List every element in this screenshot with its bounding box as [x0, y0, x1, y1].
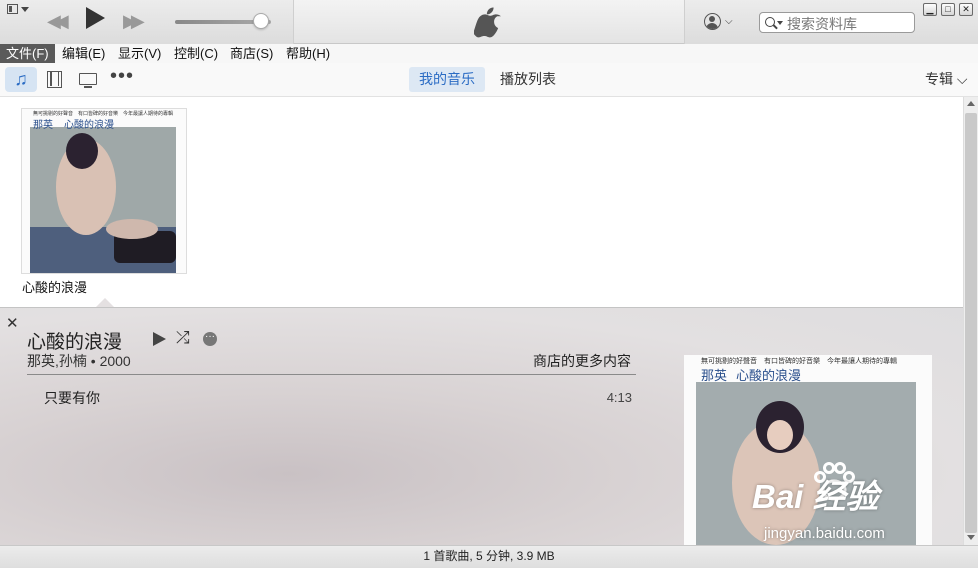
album-title[interactable]: 心酸的浪漫 [22, 277, 87, 296]
cover-album: 心酸的浪漫 [64, 120, 114, 131]
scroll-down-icon[interactable] [967, 535, 975, 540]
album-cover-image [22, 109, 186, 273]
search-icon [765, 17, 775, 27]
track-name: 只要有你 [44, 390, 100, 406]
system-menu-icon[interactable] [7, 4, 31, 16]
minimize-button[interactable]: ▁ [923, 3, 937, 16]
track-row[interactable]: 只要有你 4:13 [27, 388, 636, 410]
vertical-scrollbar[interactable] [963, 97, 978, 545]
detail-cover-album: 心酸的浪漫 [736, 368, 802, 383]
menu-help[interactable]: 帮助(H) [280, 44, 336, 63]
divider [27, 374, 636, 375]
film-icon[interactable] [40, 67, 72, 92]
shuffle-icon[interactable]: ⤮ [176, 328, 190, 348]
store-more-link[interactable]: 商店的更多内容 [533, 351, 631, 371]
more-icon[interactable]: ••• [106, 66, 138, 92]
menu-store[interactable]: 商店(S) [224, 44, 279, 63]
media-toolbar: ♫ ••• 我的音乐 播放列表 专辑 ⌵ [0, 63, 978, 97]
cover-artist: 那英 [33, 120, 53, 131]
detail-pointer [96, 298, 114, 307]
apple-logo-icon [474, 7, 501, 38]
menu-file[interactable]: 文件(F) [0, 44, 55, 63]
menu-controls[interactable]: 控制(C) [168, 44, 224, 63]
status-bar: 1 首歌曲, 5 分钟, 3.9 MB [0, 545, 978, 568]
track-duration: 4:13 [606, 390, 632, 405]
player-bar: ◀◀ ▶▶ ⌵ 搜索资料库 ▁ □ ✕ [0, 0, 978, 44]
search-input[interactable]: 搜索资料库 [759, 12, 915, 33]
tab-playlists[interactable]: 播放列表 [490, 67, 566, 92]
playback-controls-area: ◀◀ ▶▶ [0, 0, 294, 44]
scroll-thumb[interactable] [965, 113, 977, 533]
detail-play-button[interactable] [153, 332, 166, 346]
album-grid: 無可挑剔的好聲音 有口皆碑的好音樂 今年最讓人期待的專輯 那英 心酸的浪漫 心酸… [0, 97, 964, 307]
maximize-button[interactable]: □ [941, 3, 955, 16]
menu-bar: 文件(F) 编辑(E) 显示(V) 控制(C) 商店(S) 帮助(H) [0, 44, 978, 63]
close-icon[interactable]: ✕ [6, 314, 19, 332]
search-placeholder: 搜索资料库 [787, 16, 857, 32]
volume-slider-knob[interactable] [253, 13, 270, 29]
watermark-url: jingyan.baidu.com [764, 525, 885, 542]
next-track-button[interactable]: ▶▶ [123, 11, 145, 32]
baidu-watermark: Bai 经验 jingyan.baidu.com [748, 458, 963, 548]
tab-my-music[interactable]: 我的音乐 [409, 67, 485, 92]
account-icon [704, 13, 721, 30]
detail-album-title: 心酸的浪漫 [27, 332, 123, 353]
detail-cover-artist: 那英 [701, 368, 728, 383]
detail-artist-year: 那英,孙楠 • 2000 [27, 353, 131, 369]
close-window-button[interactable]: ✕ [959, 3, 973, 16]
more-options-icon[interactable]: ··· [203, 332, 217, 346]
view-selector[interactable]: 专辑 ⌵ [925, 69, 968, 89]
music-note-icon[interactable]: ♫ [5, 67, 37, 92]
search-options-icon[interactable] [777, 21, 783, 25]
play-button[interactable] [86, 7, 105, 29]
previous-track-button[interactable]: ◀◀ [47, 11, 69, 32]
chevron-down-icon: ⌵ [725, 16, 733, 27]
watermark-brand: Bai 经验 [752, 478, 879, 515]
account-button[interactable]: ⌵ [704, 13, 736, 31]
menu-view[interactable]: 显示(V) [112, 44, 167, 63]
album-cover[interactable]: 無可挑剔的好聲音 有口皆碑的好音樂 今年最讓人期待的專輯 那英 心酸的浪漫 [21, 108, 187, 274]
tv-icon[interactable] [73, 67, 105, 92]
menu-edit[interactable]: 编辑(E) [56, 44, 111, 63]
scroll-up-icon[interactable] [967, 101, 975, 106]
